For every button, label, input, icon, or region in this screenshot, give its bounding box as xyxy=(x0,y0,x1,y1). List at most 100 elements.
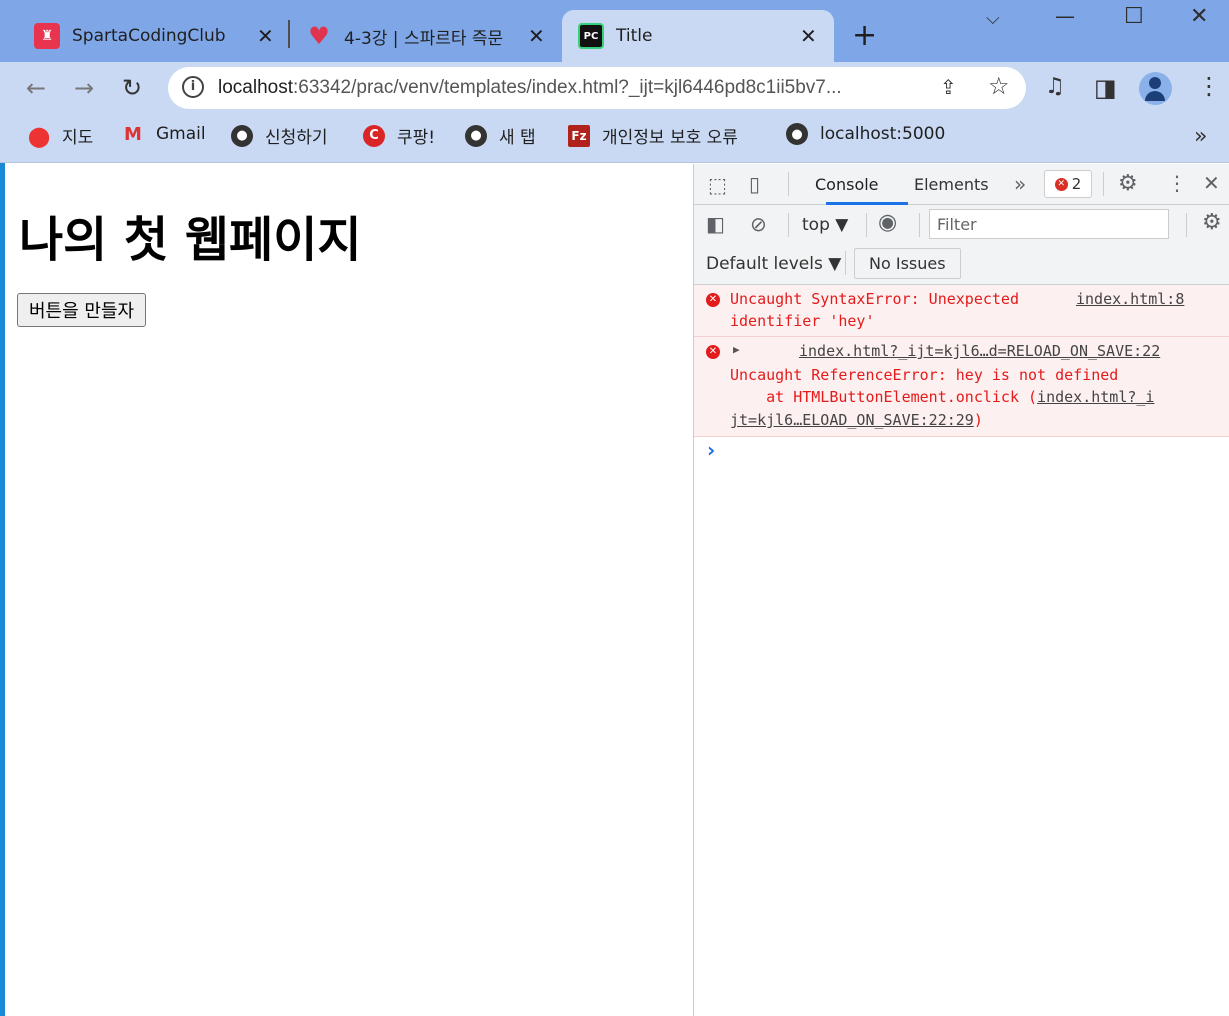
bookmark-label: localhost:5000 xyxy=(820,124,946,144)
close-icon[interactable]: ✕ xyxy=(528,24,545,48)
tab-search-chevron-icon[interactable]: ⌵ xyxy=(986,8,1000,29)
bookmark-gmail[interactable]: M Gmail xyxy=(122,123,206,145)
more-tabs-icon[interactable]: » xyxy=(1014,172,1026,196)
divider xyxy=(845,251,846,275)
device-toolbar-icon[interactable]: ▯ xyxy=(749,172,760,196)
error-icon: ✕ xyxy=(706,293,720,307)
bookmark-maps[interactable]: ⬤ 지도 xyxy=(27,123,93,149)
stack-trace-line: at HTMLButtonElement.onclick (index.html… xyxy=(730,388,1154,406)
share-icon[interactable]: ⇪ xyxy=(940,75,957,99)
close-icon[interactable]: ✕ xyxy=(257,24,274,48)
site-info-icon[interactable]: i xyxy=(182,76,204,98)
stack-trace-line: jt=kjl6…ELOAD_ON_SAVE:22:29) xyxy=(730,411,983,429)
divider xyxy=(788,213,789,237)
minimize-icon[interactable]: — xyxy=(1055,4,1075,28)
error-text-line: Uncaught SyntaxError: Unexpected xyxy=(730,290,1019,308)
bookmark-coupang[interactable]: C 쿠팡! xyxy=(363,123,435,148)
bookmark-star-icon[interactable]: ☆ xyxy=(988,72,1010,100)
console-error-message: ✕ Uncaught SyntaxError: Unexpected index… xyxy=(694,285,1229,337)
tab-elements[interactable]: Elements xyxy=(914,175,989,194)
inspect-element-icon[interactable]: ⬚ xyxy=(708,173,727,197)
bookmark-label: 새 탭 xyxy=(499,128,536,148)
devtools-tab-bar: ⬚ ▯ Console Elements » ✕ 2 ⚙ ⋮ ✕ xyxy=(694,164,1229,205)
page-viewport: 나의 첫 웹페이지 버튼을 만들자 xyxy=(5,164,693,1016)
maximize-icon[interactable]: ☐ xyxy=(1124,4,1144,29)
issues-button[interactable]: No Issues xyxy=(854,248,961,279)
error-count: 2 xyxy=(1071,175,1082,193)
devtools-menu-icon[interactable]: ⋮ xyxy=(1167,171,1187,195)
gmail-icon: M xyxy=(124,123,142,145)
stack-trace-link[interactable]: jt=kjl6…ELOAD_ON_SAVE:22:29 xyxy=(730,411,974,429)
back-arrow-icon[interactable]: ← xyxy=(26,74,46,102)
error-count-badge[interactable]: ✕ 2 xyxy=(1044,170,1092,198)
forward-arrow-icon[interactable]: → xyxy=(74,74,94,102)
media-control-icon[interactable]: ♫ xyxy=(1045,74,1065,99)
error-text-line: Uncaught ReferenceError: hey is not defi… xyxy=(730,366,1119,384)
devtools-panel: ⬚ ▯ Console Elements » ✕ 2 ⚙ ⋮ ✕ ◧ ⊘ top… xyxy=(693,164,1229,1016)
url-text[interactable]: localhost:63342/prac/venv/templates/inde… xyxy=(218,77,928,99)
maps-icon: ⬤ xyxy=(27,123,51,148)
bookmark-label: Gmail xyxy=(156,124,206,144)
bookmarks-bar: ⬤ 지도 M Gmail ● 신청하기 C 쿠팡! ● 새 탭 Fz 개인정보 … xyxy=(0,114,1229,163)
live-expression-eye-icon[interactable]: ◉ xyxy=(878,210,897,235)
reload-icon[interactable]: ↻ xyxy=(122,74,142,102)
more-bookmarks-icon[interactable]: » xyxy=(1194,124,1207,149)
tab-separator xyxy=(288,20,290,48)
divider xyxy=(1103,172,1104,196)
globe-icon: ● xyxy=(231,124,253,147)
globe-icon: ● xyxy=(465,124,487,147)
settings-gear-icon[interactable]: ⚙ xyxy=(1118,171,1138,196)
globe-icon: ● xyxy=(786,123,808,145)
sparta-icon: ♜ xyxy=(34,23,60,49)
stack-trace-prefix: at HTMLButtonElement.onclick ( xyxy=(730,388,1038,406)
new-tab-icon[interactable]: + xyxy=(852,18,877,53)
expand-triangle-icon[interactable]: ▶ xyxy=(733,343,740,356)
bookmark-label: 개인정보 보호 오류 xyxy=(602,128,738,148)
divider xyxy=(788,172,789,196)
bookmark-label: 신청하기 xyxy=(265,128,328,148)
tab-spartacodingclub[interactable]: ♜ SpartaCodingClub ✕ xyxy=(20,10,282,62)
tab-title: 4-3강 | 스파르타 즉문 xyxy=(344,28,504,49)
error-icon: ✕ xyxy=(706,345,720,359)
window-close-icon[interactable]: ✕ xyxy=(1190,4,1208,29)
divider xyxy=(866,213,867,237)
sidebar-toggle-icon[interactable]: ◧ xyxy=(706,212,725,236)
coupang-icon: C xyxy=(363,124,385,147)
code-heart-icon: ♥ xyxy=(308,22,330,50)
log-levels-dropdown[interactable]: Default levels ▼ xyxy=(706,254,841,274)
error-source-link[interactable]: index.html?_ijt=kjl6…d=RELOAD_ON_SAVE:22 xyxy=(799,342,1160,360)
profile-avatar-icon[interactable] xyxy=(1139,72,1172,105)
bookmark-privacy-error[interactable]: Fz 개인정보 보호 오류 xyxy=(568,123,738,148)
tab-title-active[interactable]: PC Title ✕ xyxy=(562,10,834,62)
console-error-message: ✕ ▶ index.html?_ijt=kjl6…d=RELOAD_ON_SAV… xyxy=(694,337,1229,437)
tab-lecture[interactable]: ♥ 4-3강 | 스파르타 즉문 ✕ xyxy=(292,10,554,62)
bookmark-localhost[interactable]: ● localhost:5000 xyxy=(786,123,945,145)
clear-console-icon[interactable]: ⊘ xyxy=(750,212,767,236)
stack-trace-link[interactable]: index.html?_i xyxy=(1037,388,1154,406)
bookmark-label: 쿠팡! xyxy=(397,128,436,148)
close-icon[interactable]: ✕ xyxy=(800,24,817,48)
side-panel-icon[interactable]: ◨ xyxy=(1094,74,1117,102)
context-selector[interactable]: top ▼ xyxy=(802,215,848,235)
divider xyxy=(1186,213,1187,237)
make-button[interactable]: 버튼을 만들자 xyxy=(17,293,147,327)
error-source-link[interactable]: index.html:8 xyxy=(1076,290,1184,308)
divider xyxy=(919,213,920,237)
pycharm-icon: PC xyxy=(578,23,604,49)
bookmark-apply[interactable]: ● 신청하기 xyxy=(231,123,328,148)
tab-title: SpartaCodingClub xyxy=(72,26,226,46)
address-bar[interactable]: i localhost:63342/prac/venv/templates/in… xyxy=(168,67,1026,109)
filter-input[interactable]: Filter xyxy=(929,209,1169,239)
console-toolbar: ◧ ⊘ top ▼ ◉ Filter ⚙ Default levels ▼ No… xyxy=(694,205,1229,285)
filezilla-icon: Fz xyxy=(568,124,590,147)
console-prompt-icon[interactable]: › xyxy=(707,438,715,462)
browser-menu-icon[interactable]: ⋮ xyxy=(1197,72,1221,100)
tab-console[interactable]: Console xyxy=(815,175,879,194)
close-devtools-icon[interactable]: ✕ xyxy=(1203,171,1220,195)
console-settings-gear-icon[interactable]: ⚙ xyxy=(1202,210,1222,235)
tab-strip: ♜ SpartaCodingClub ✕ ♥ 4-3강 | 스파르타 즉문 ✕ … xyxy=(0,0,1229,62)
stack-trace-suffix: ) xyxy=(973,411,983,429)
url-path: :63342/prac/venv/templates/index.html?_i… xyxy=(293,77,842,98)
tab-title: Title xyxy=(616,26,653,46)
bookmark-new-tab[interactable]: ● 새 탭 xyxy=(465,123,536,148)
